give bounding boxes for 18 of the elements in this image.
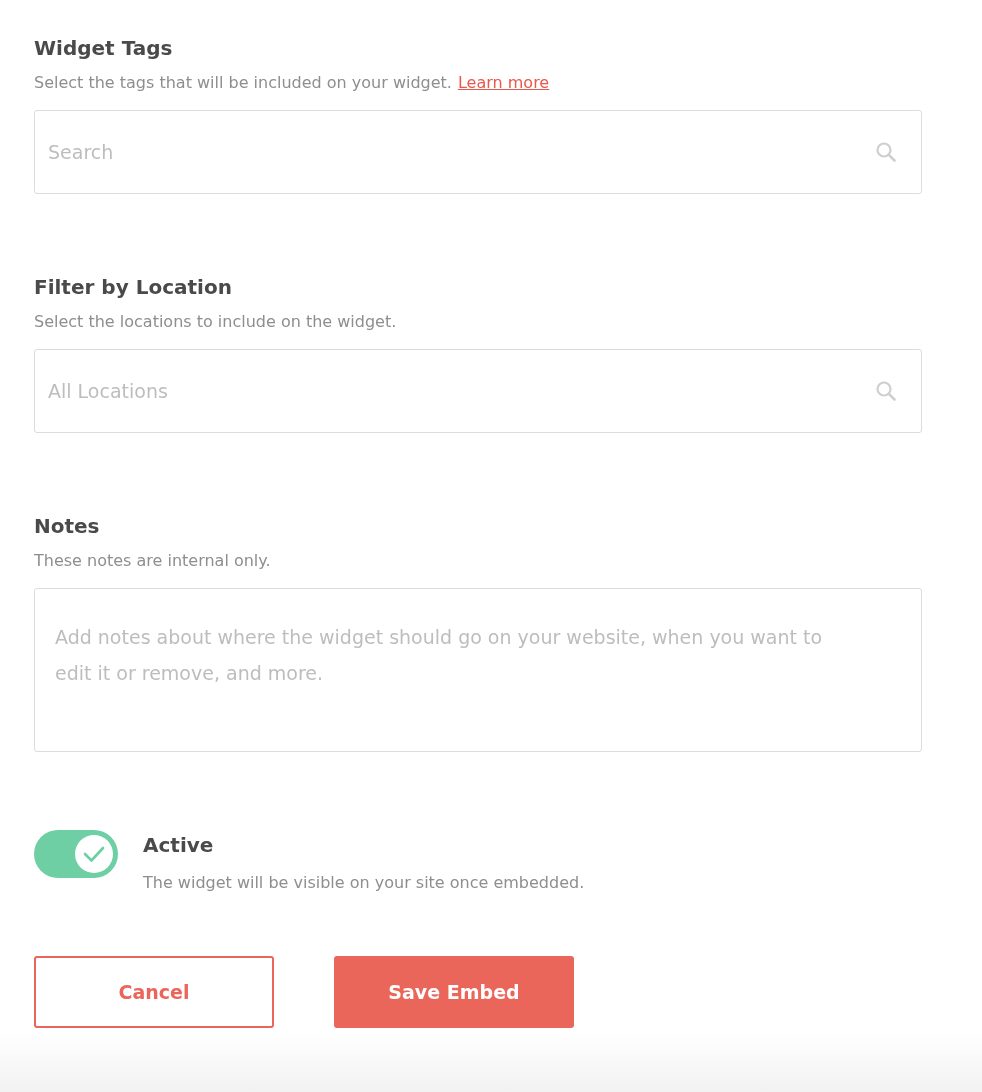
search-field[interactable]: Search xyxy=(34,110,922,194)
section-title: Widget Tags xyxy=(34,35,174,62)
search-icon xyxy=(876,142,896,162)
section-description: Select the locations to include on the widget. xyxy=(34,312,397,331)
learn-more-link[interactable]: Learn more xyxy=(457,73,550,92)
search-icon xyxy=(876,381,896,401)
section-title: Filter by Location xyxy=(34,274,233,301)
active-toggle[interactable] xyxy=(34,830,118,878)
active-label: Active xyxy=(143,832,215,859)
section-description: Select the tags that will be included on your widget. xyxy=(34,73,452,92)
notes-field[interactable]: Add notes about where the widget should go on your website, when you want to edit it or remove, and more. xyxy=(34,588,922,752)
search-field[interactable]: All Locations xyxy=(34,349,922,433)
check-icon xyxy=(83,845,105,863)
section-title: Notes xyxy=(34,513,101,540)
cancel-button[interactable]: Cancel xyxy=(34,956,274,1028)
save-button[interactable]: Save Embed xyxy=(334,956,574,1028)
active-description: The widget will be visible on your site once embedded. xyxy=(143,872,585,894)
section-description: These notes are internal only. xyxy=(34,551,271,570)
